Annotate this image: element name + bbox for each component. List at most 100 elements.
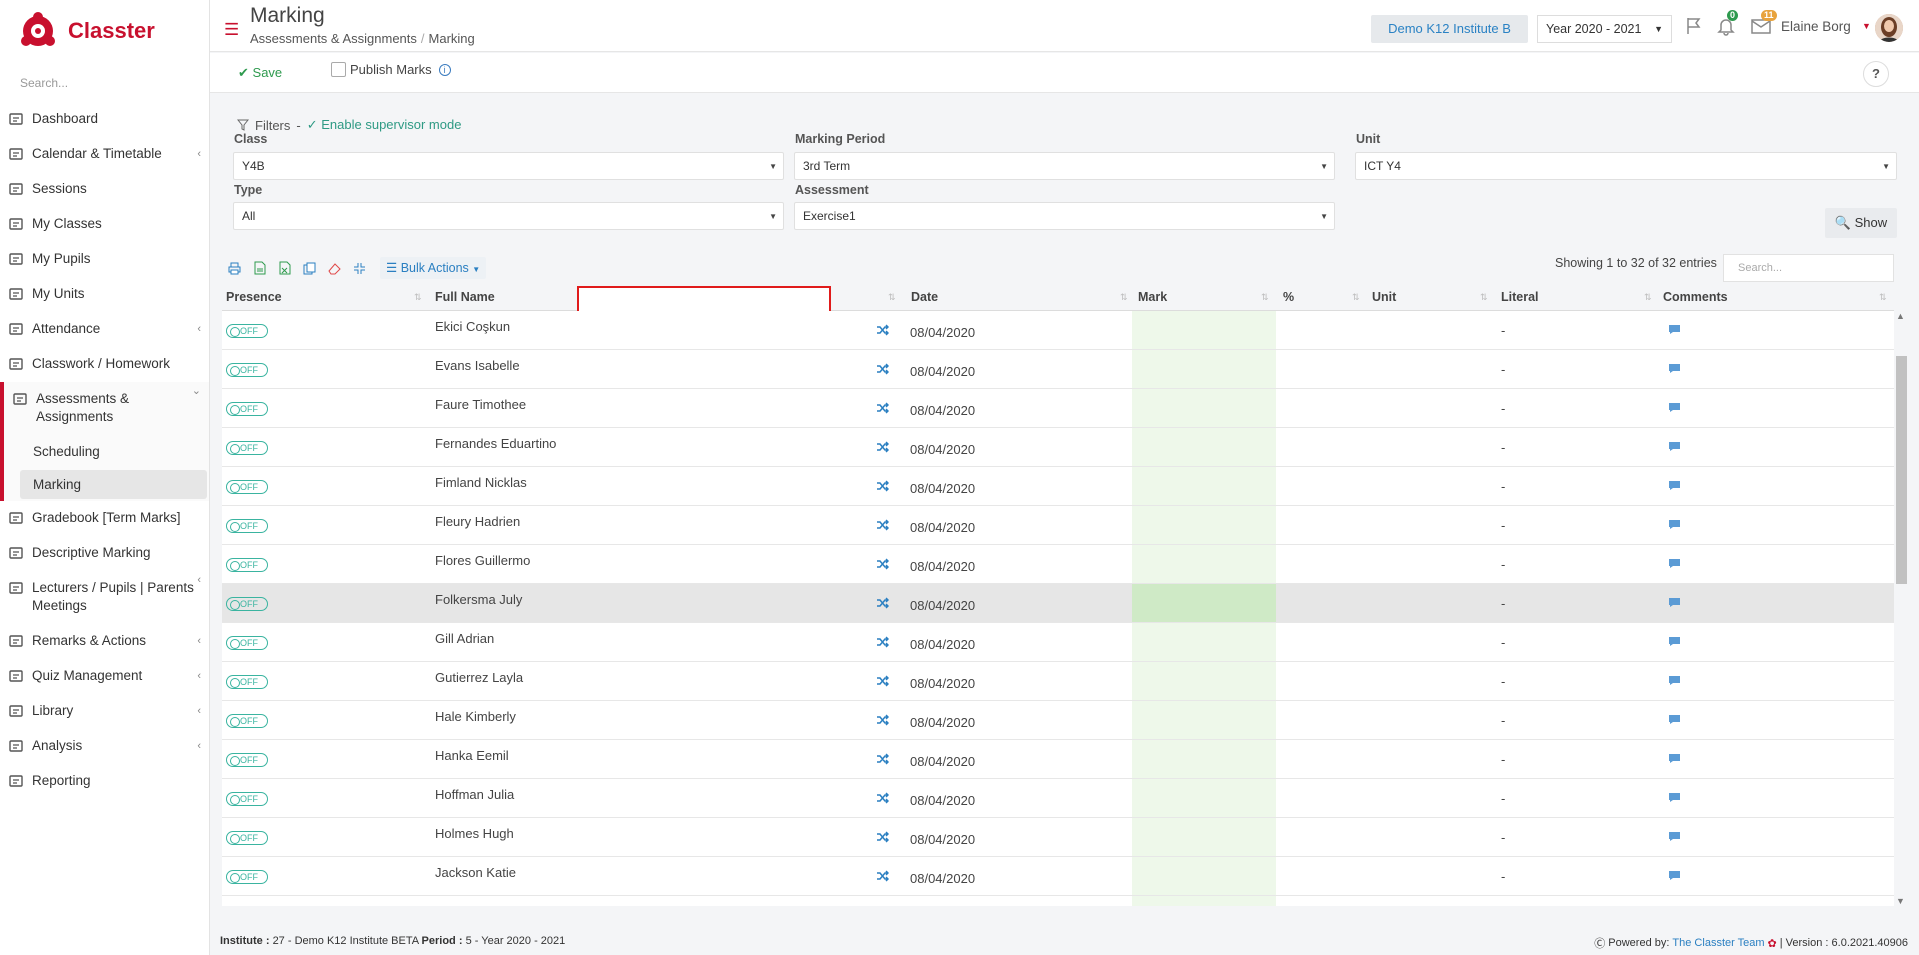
sidebar-item-classwork-homework[interactable]: Classwork / Homework: [0, 347, 209, 382]
shuffle-icon[interactable]: [876, 753, 889, 765]
shuffle-icon[interactable]: [876, 480, 889, 492]
type-select[interactable]: All ▼: [233, 202, 784, 230]
mark-input[interactable]: [1132, 584, 1276, 622]
sort-icon[interactable]: ⇅: [1352, 292, 1360, 303]
shuffle-icon[interactable]: [876, 558, 889, 570]
scroll-up-icon[interactable]: ▲: [1896, 311, 1905, 321]
shuffle-icon[interactable]: [876, 324, 889, 336]
presence-toggle[interactable]: OFF: [226, 558, 268, 572]
shuffle-icon[interactable]: [876, 441, 889, 453]
sort-icon[interactable]: ⇅: [888, 292, 896, 303]
mark-input[interactable]: [1132, 896, 1276, 906]
shuffle-icon[interactable]: [876, 831, 889, 843]
messages-icon[interactable]: 11: [1750, 10, 1777, 36]
sort-icon[interactable]: ⇅: [1480, 292, 1488, 303]
shuffle-icon[interactable]: [876, 714, 889, 726]
presence-toggle[interactable]: OFF: [226, 792, 268, 806]
comment-icon[interactable]: [1668, 675, 1681, 686]
column-mark[interactable]: Mark: [1138, 290, 1167, 304]
presence-toggle[interactable]: OFF: [226, 402, 268, 416]
comment-icon[interactable]: [1668, 831, 1681, 842]
bulk-actions-button[interactable]: ☰ Bulk Actions ▼: [380, 257, 487, 279]
sidebar-subitem-scheduling[interactable]: Scheduling: [0, 435, 209, 468]
presence-toggle[interactable]: OFF: [226, 675, 268, 689]
presence-toggle[interactable]: OFF: [226, 636, 268, 650]
info-icon[interactable]: i: [438, 63, 451, 76]
column-presence[interactable]: Presence: [226, 290, 282, 304]
shuffle-icon[interactable]: [876, 363, 889, 375]
shuffle-icon[interactable]: [876, 597, 889, 609]
eraser-icon[interactable]: [322, 262, 347, 275]
help-button[interactable]: ?: [1863, 61, 1889, 87]
comment-icon[interactable]: [1668, 363, 1681, 374]
checkbox-box[interactable]: [331, 62, 346, 77]
sort-icon[interactable]: ⇅: [414, 292, 422, 303]
scrollbar-thumb[interactable]: [1896, 356, 1907, 584]
presence-toggle[interactable]: OFF: [226, 480, 268, 494]
mark-input[interactable]: [1132, 818, 1276, 856]
comment-icon[interactable]: [1668, 597, 1681, 608]
comment-icon[interactable]: [1668, 402, 1681, 413]
sidebar-item-my-units[interactable]: My Units: [0, 277, 209, 312]
presence-toggle[interactable]: OFF: [226, 870, 268, 884]
notifications-icon[interactable]: 0: [1716, 10, 1739, 36]
mark-input[interactable]: [1132, 662, 1276, 700]
class-select[interactable]: Y4B ▼: [233, 152, 784, 180]
unit-select[interactable]: ICT Y4 ▼: [1355, 152, 1897, 180]
comment-icon[interactable]: [1668, 714, 1681, 725]
presence-toggle[interactable]: OFF: [226, 714, 268, 728]
mark-input[interactable]: [1132, 779, 1276, 817]
sidebar-item-sessions[interactable]: Sessions: [0, 172, 209, 207]
marking-period-select[interactable]: 3rd Term ▼: [794, 152, 1335, 180]
copy-icon[interactable]: [297, 262, 322, 275]
scroll-down-icon[interactable]: ▼: [1896, 896, 1905, 906]
shuffle-icon[interactable]: [876, 870, 889, 882]
column-percent[interactable]: %: [1283, 290, 1294, 304]
mark-input[interactable]: [1132, 311, 1276, 349]
comment-icon[interactable]: [1668, 636, 1681, 647]
publish-marks-checkbox[interactable]: Publish Marks i: [331, 62, 451, 77]
sidebar-item-lecturers-pupils-parents-meetings[interactable]: Lecturers / Pupils | Parents Meetings ‹: [0, 571, 209, 624]
presence-toggle[interactable]: OFF: [226, 831, 268, 845]
vertical-scrollbar[interactable]: ▲ ▼: [1894, 311, 1908, 906]
column-date[interactable]: Date: [911, 290, 938, 304]
presence-toggle[interactable]: OFF: [226, 753, 268, 767]
presence-toggle[interactable]: OFF: [226, 363, 268, 377]
save-button[interactable]: ✔ Save: [238, 65, 282, 81]
sidebar-item-gradebook-term-marks[interactable]: Gradebook [Term Marks]: [0, 501, 209, 536]
mark-input[interactable]: [1132, 623, 1276, 661]
sort-icon[interactable]: ⇅: [1261, 292, 1269, 303]
comment-icon[interactable]: [1668, 870, 1681, 881]
supervisor-mode-link[interactable]: ✓ Enable supervisor mode: [307, 117, 462, 133]
presence-toggle[interactable]: OFF: [226, 441, 268, 455]
comment-icon[interactable]: [1668, 792, 1681, 803]
presence-toggle[interactable]: OFF: [226, 597, 268, 611]
sort-icon[interactable]: ⇅: [1644, 292, 1652, 303]
sidebar-item-reporting[interactable]: Reporting: [0, 764, 209, 799]
user-caret-icon[interactable]: ▼: [1862, 21, 1871, 31]
mark-input[interactable]: [1132, 506, 1276, 544]
export-excel-icon[interactable]: [272, 261, 297, 275]
mark-input[interactable]: [1132, 350, 1276, 388]
filters-title[interactable]: Filters: [255, 118, 290, 133]
sidebar-item-my-pupils[interactable]: My Pupils: [0, 242, 209, 277]
presence-toggle[interactable]: OFF: [226, 324, 268, 338]
column-unit[interactable]: Unit: [1372, 290, 1396, 304]
comment-icon[interactable]: [1668, 480, 1681, 491]
sidebar-item-dashboard[interactable]: Dashboard: [0, 102, 209, 137]
sort-icon[interactable]: ⇅: [1879, 292, 1887, 303]
mark-input[interactable]: [1132, 389, 1276, 427]
sidebar-item-library[interactable]: Library ‹: [0, 694, 209, 729]
menu-toggle-icon[interactable]: ☰: [224, 20, 239, 40]
sidebar-item-calendar-timetable[interactable]: Calendar & Timetable ‹: [0, 137, 209, 172]
user-name[interactable]: Elaine Borg: [1781, 19, 1851, 34]
export-csv-icon[interactable]: [247, 261, 272, 275]
shuffle-icon[interactable]: [876, 675, 889, 687]
comment-icon[interactable]: [1668, 753, 1681, 764]
sidebar-item-my-classes[interactable]: My Classes: [0, 207, 209, 242]
sort-icon[interactable]: ⇅: [1120, 292, 1128, 303]
column-comments[interactable]: Comments: [1663, 290, 1728, 304]
shuffle-icon[interactable]: [876, 792, 889, 804]
classter-team-link[interactable]: The Classter Team: [1672, 937, 1764, 949]
print-icon[interactable]: [222, 262, 247, 275]
